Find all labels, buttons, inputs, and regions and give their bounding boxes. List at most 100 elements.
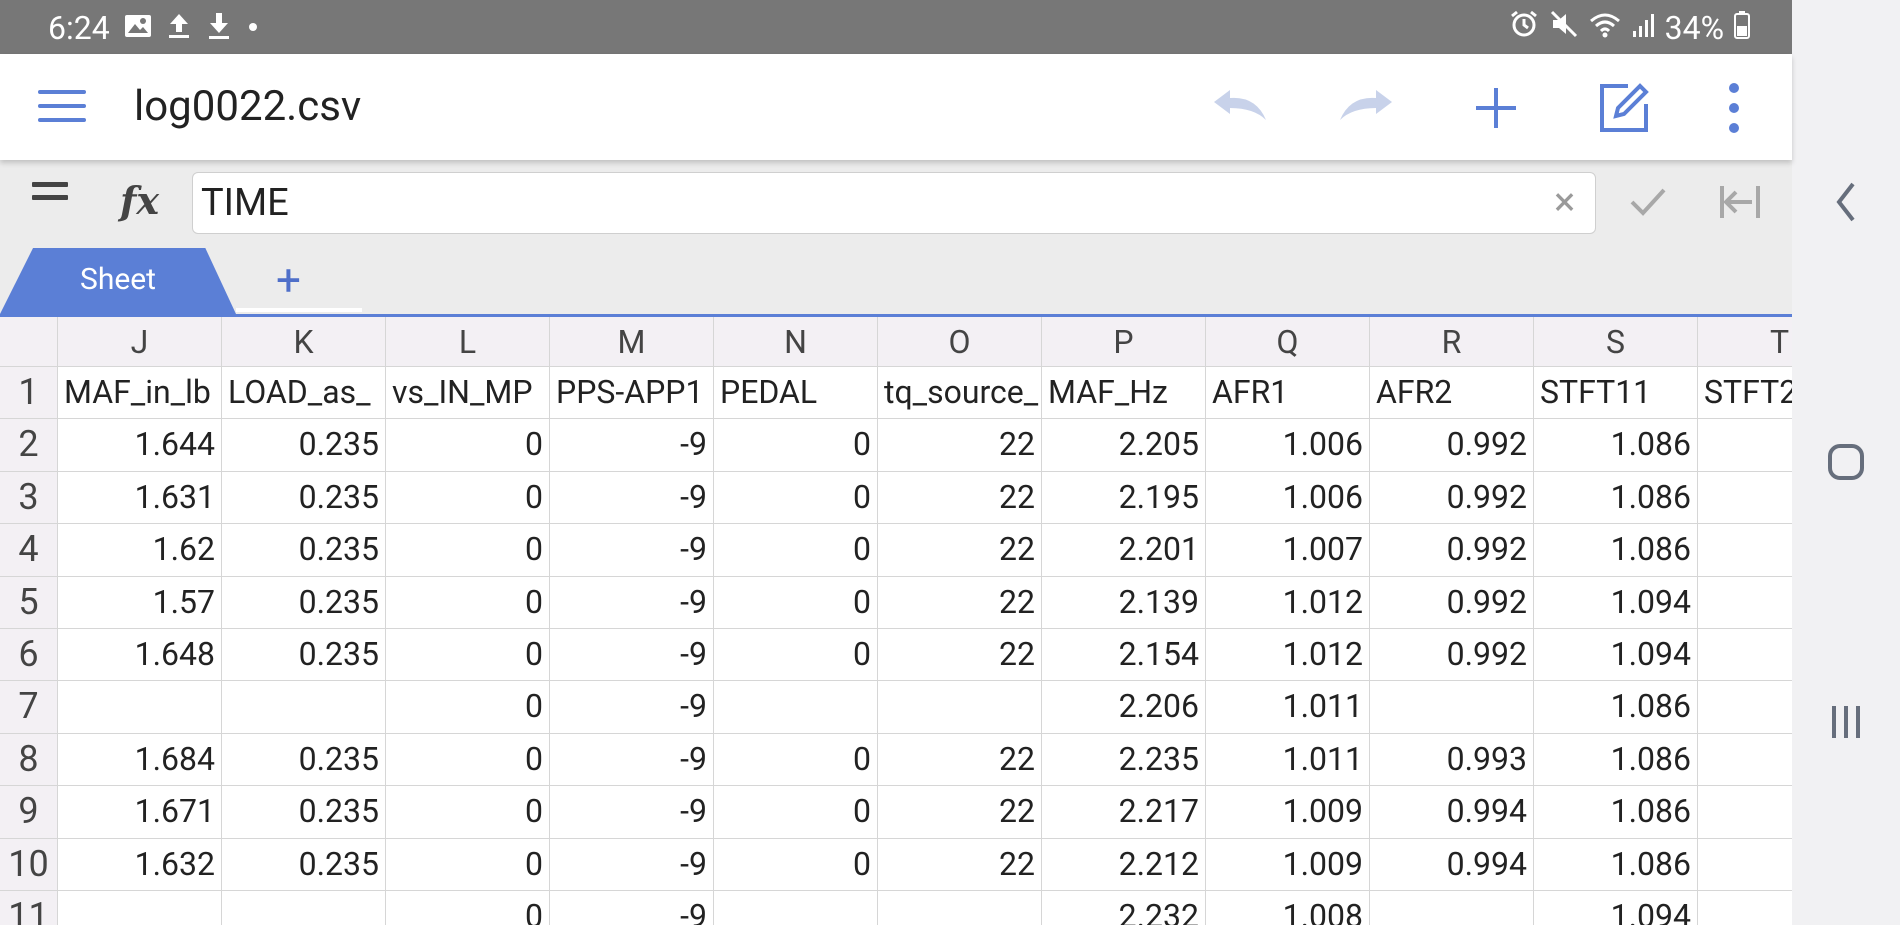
cell-t5[interactable]: 0 bbox=[1698, 577, 1792, 629]
cell-s10[interactable]: 1.086 bbox=[1534, 838, 1698, 891]
cell-n4[interactable]: 0 bbox=[714, 524, 878, 577]
cell-n9[interactable]: 0 bbox=[714, 786, 878, 839]
row-header-7[interactable]: 7 bbox=[0, 681, 58, 734]
menu-icon[interactable] bbox=[38, 90, 86, 126]
cell-p3[interactable]: 2.195 bbox=[1042, 471, 1206, 525]
cell-n3[interactable]: 0 bbox=[714, 471, 878, 525]
cell-n11[interactable] bbox=[714, 891, 878, 925]
cell-s1[interactable]: STFT11 bbox=[1534, 367, 1698, 420]
cell-m6[interactable]: -9 bbox=[550, 629, 714, 682]
cell-k7[interactable] bbox=[222, 681, 386, 734]
cell-r10[interactable]: 0.994 bbox=[1370, 838, 1534, 891]
edit-icon[interactable] bbox=[1594, 80, 1654, 136]
cell-k2[interactable]: 0.235 bbox=[222, 419, 386, 472]
cell-m5[interactable]: -9 bbox=[550, 576, 714, 629]
clear-icon[interactable]: × bbox=[1554, 182, 1575, 222]
cell-r5[interactable]: 0.992 bbox=[1370, 576, 1534, 629]
row-header-2[interactable]: 2 bbox=[0, 419, 58, 472]
cell-j5[interactable]: 1.57 bbox=[58, 576, 222, 629]
enter-icon[interactable] bbox=[1718, 182, 1762, 226]
cell-k6[interactable]: 0.235 bbox=[222, 629, 386, 682]
cell-t1[interactable]: STFT2 bbox=[1698, 367, 1792, 420]
cell-m11[interactable]: -9 bbox=[550, 891, 714, 925]
cell-s5[interactable]: 1.094 bbox=[1534, 576, 1698, 629]
cell-m7[interactable]: -9 bbox=[550, 681, 714, 734]
equals-icon[interactable] bbox=[32, 182, 68, 210]
cell-j6[interactable]: 1.648 bbox=[58, 629, 222, 682]
home-icon[interactable] bbox=[1792, 442, 1900, 486]
fx-icon[interactable]: fx bbox=[120, 178, 159, 223]
back-icon[interactable] bbox=[1792, 180, 1900, 228]
cell-t3[interactable]: 0 bbox=[1698, 472, 1792, 525]
cell-q8[interactable]: 1.011 bbox=[1206, 733, 1370, 787]
cell-p7[interactable]: 2.206 bbox=[1042, 681, 1206, 734]
cell-k1[interactable]: LOAD_as_ bbox=[222, 367, 386, 420]
cell-o5[interactable]: 22 bbox=[878, 576, 1042, 629]
cell-l11[interactable]: 0 bbox=[386, 891, 550, 925]
more-icon[interactable] bbox=[1704, 80, 1764, 136]
column-header-m[interactable]: M bbox=[550, 317, 714, 367]
row-header-8[interactable]: 8 bbox=[0, 733, 58, 787]
cell-o8[interactable]: 22 bbox=[878, 733, 1042, 787]
cell-q2[interactable]: 1.006 bbox=[1206, 419, 1370, 472]
cell-t2[interactable]: 0 bbox=[1698, 419, 1792, 472]
cell-l8[interactable]: 0 bbox=[386, 733, 550, 787]
cell-t11[interactable]: 0 bbox=[1698, 891, 1792, 925]
cell-m1[interactable]: PPS-APP1 bbox=[550, 367, 714, 420]
cell-q10[interactable]: 1.009 bbox=[1206, 838, 1370, 891]
cell-o10[interactable]: 22 bbox=[878, 838, 1042, 891]
cell-p4[interactable]: 2.201 bbox=[1042, 524, 1206, 577]
cell-p2[interactable]: 2.205 bbox=[1042, 419, 1206, 472]
cell-s9[interactable]: 1.086 bbox=[1534, 786, 1698, 839]
cell-r2[interactable]: 0.992 bbox=[1370, 419, 1534, 472]
column-header-n[interactable]: N bbox=[714, 317, 878, 367]
cell-p10[interactable]: 2.212 bbox=[1042, 838, 1206, 891]
cell-q9[interactable]: 1.009 bbox=[1206, 786, 1370, 839]
cell-r3[interactable]: 0.992 bbox=[1370, 471, 1534, 525]
column-header-s[interactable]: S bbox=[1534, 317, 1698, 367]
column-header-k[interactable]: K bbox=[222, 317, 386, 367]
column-header-l[interactable]: L bbox=[386, 317, 550, 367]
cell-j9[interactable]: 1.671 bbox=[58, 786, 222, 839]
cell-o9[interactable]: 22 bbox=[878, 786, 1042, 839]
formula-input[interactable]: TIME bbox=[192, 172, 1596, 234]
cell-j3[interactable]: 1.631 bbox=[58, 471, 222, 525]
cell-r9[interactable]: 0.994 bbox=[1370, 786, 1534, 839]
column-header-p[interactable]: P bbox=[1042, 317, 1206, 367]
cell-r7[interactable] bbox=[1370, 681, 1534, 734]
cell-k5[interactable]: 0.235 bbox=[222, 576, 386, 629]
cell-r1[interactable]: AFR2 bbox=[1370, 367, 1534, 420]
cell-n10[interactable]: 0 bbox=[714, 838, 878, 891]
cell-p5[interactable]: 2.139 bbox=[1042, 576, 1206, 629]
cell-k11[interactable] bbox=[222, 891, 386, 925]
cell-l2[interactable]: 0 bbox=[386, 419, 550, 472]
cell-t6[interactable]: 0 bbox=[1698, 629, 1792, 682]
redo-icon[interactable] bbox=[1336, 80, 1396, 136]
cell-r6[interactable]: 0.992 bbox=[1370, 629, 1534, 682]
select-all-corner[interactable] bbox=[0, 317, 58, 367]
cell-l7[interactable]: 0 bbox=[386, 681, 550, 734]
cell-q4[interactable]: 1.007 bbox=[1206, 524, 1370, 577]
cell-m2[interactable]: -9 bbox=[550, 419, 714, 472]
cell-q3[interactable]: 1.006 bbox=[1206, 471, 1370, 525]
cell-p9[interactable]: 2.217 bbox=[1042, 786, 1206, 839]
cell-m9[interactable]: -9 bbox=[550, 786, 714, 839]
cell-q11[interactable]: 1.008 bbox=[1206, 891, 1370, 925]
recents-icon[interactable] bbox=[1792, 702, 1900, 746]
cell-q5[interactable]: 1.012 bbox=[1206, 576, 1370, 629]
cell-l5[interactable]: 0 bbox=[386, 576, 550, 629]
cell-t4[interactable]: 0 bbox=[1698, 524, 1792, 577]
row-header-6[interactable]: 6 bbox=[0, 629, 58, 682]
cell-p11[interactable]: 2.232 bbox=[1042, 891, 1206, 925]
check-icon[interactable] bbox=[1628, 182, 1668, 226]
cell-t8[interactable]: 0 bbox=[1698, 734, 1792, 787]
cell-q6[interactable]: 1.012 bbox=[1206, 629, 1370, 682]
cell-l6[interactable]: 0 bbox=[386, 629, 550, 682]
cell-j11[interactable] bbox=[58, 891, 222, 925]
cell-m10[interactable]: -9 bbox=[550, 838, 714, 891]
cell-k9[interactable]: 0.235 bbox=[222, 786, 386, 839]
cell-r4[interactable]: 0.992 bbox=[1370, 524, 1534, 577]
column-header-t[interactable]: T bbox=[1698, 317, 1792, 367]
cell-r8[interactable]: 0.993 bbox=[1370, 733, 1534, 787]
cell-o11[interactable] bbox=[878, 891, 1042, 925]
